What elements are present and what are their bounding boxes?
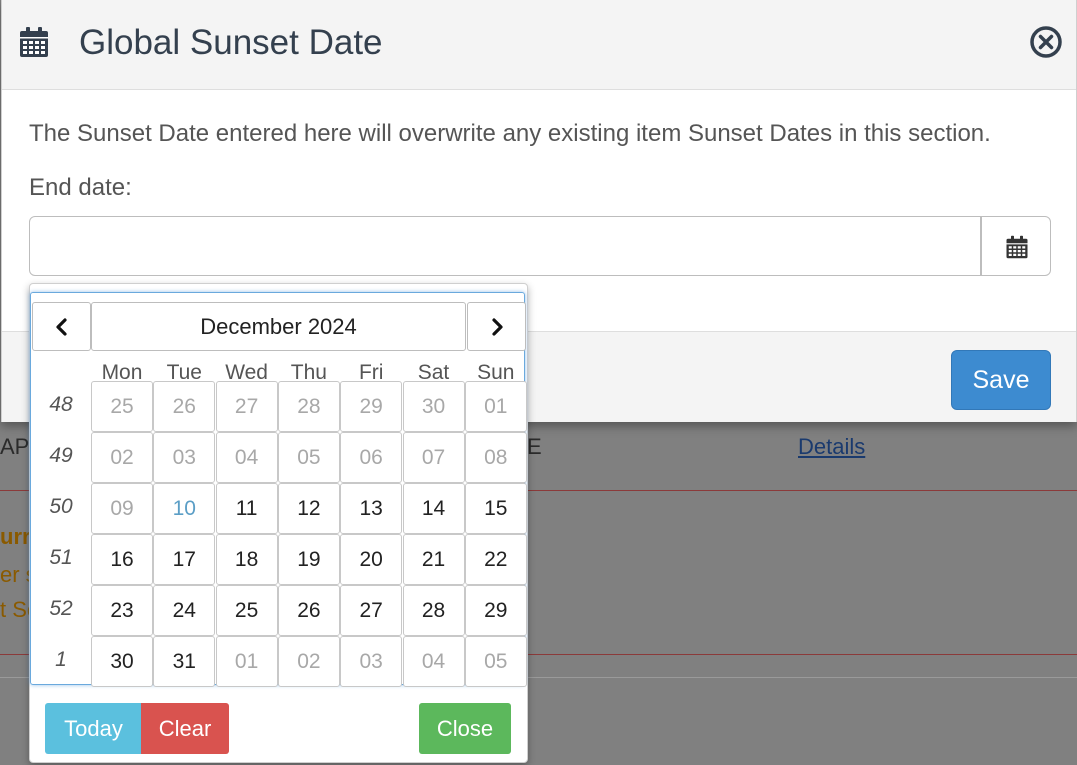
- day-cell[interactable]: 25: [215, 584, 278, 636]
- day-cell[interactable]: 29: [340, 381, 403, 432]
- modal-header: Global Sunset Date: [2, 0, 1076, 90]
- day-cell[interactable]: 04: [215, 431, 278, 483]
- day-cell[interactable]: 02: [91, 431, 153, 483]
- month-title[interactable]: December 2024: [91, 302, 466, 351]
- day-cell[interactable]: 08: [464, 431, 527, 483]
- day-cell[interactable]: 24: [153, 584, 216, 636]
- details-link[interactable]: Details: [798, 434, 865, 460]
- day-cell[interactable]: 16: [91, 533, 153, 585]
- day-cell[interactable]: 30: [91, 635, 153, 687]
- day-cell[interactable]: 09: [91, 482, 153, 534]
- day-cell[interactable]: 28: [402, 584, 465, 636]
- day-cell[interactable]: 15: [464, 482, 527, 534]
- day-cell[interactable]: 22: [464, 533, 527, 585]
- day-cell[interactable]: 11: [215, 482, 278, 534]
- close-button[interactable]: Close: [419, 703, 511, 754]
- day-cell[interactable]: 03: [340, 635, 403, 687]
- calendar-icon: [1006, 235, 1028, 259]
- clear-button[interactable]: Clear: [141, 703, 229, 754]
- day-cell[interactable]: 12: [277, 482, 340, 534]
- day-cell[interactable]: 19: [277, 533, 340, 585]
- next-month-button[interactable]: [467, 302, 526, 351]
- week-number: 51: [49, 545, 73, 569]
- close-icon[interactable]: [1029, 25, 1063, 59]
- day-cell[interactable]: 10: [153, 482, 216, 534]
- day-cell[interactable]: 27: [215, 381, 278, 432]
- end-date-input[interactable]: [29, 216, 981, 276]
- day-cell[interactable]: 21: [402, 533, 465, 585]
- save-button[interactable]: Save: [951, 350, 1051, 410]
- day-cell[interactable]: 07: [402, 431, 465, 483]
- day-cell[interactable]: 23: [91, 584, 153, 636]
- day-cell[interactable]: 29: [464, 584, 527, 636]
- day-cell[interactable]: 06: [340, 431, 403, 483]
- background-text-fragment: E: [527, 434, 542, 459]
- day-cell[interactable]: 03: [153, 431, 216, 483]
- week-number: 1: [55, 647, 67, 671]
- day-cell[interactable]: 01: [464, 381, 527, 432]
- week-number: 49: [49, 443, 73, 467]
- day-cell[interactable]: 30: [402, 381, 465, 432]
- day-cell[interactable]: 28: [277, 381, 340, 432]
- background-text-fragment: AP: [0, 434, 30, 459]
- background-text-fragment: urr: [0, 524, 31, 549]
- modal-description: The Sunset Date entered here will overwr…: [29, 120, 991, 147]
- end-date-label: End date:: [29, 174, 132, 201]
- chevron-left-icon: [56, 318, 67, 336]
- day-cell[interactable]: 18: [215, 533, 278, 585]
- day-cell[interactable]: 31: [153, 635, 216, 687]
- chevron-right-icon: [492, 318, 503, 336]
- today-button[interactable]: Today: [45, 703, 142, 754]
- open-calendar-button[interactable]: [981, 216, 1051, 276]
- modal-title: Global Sunset Date: [79, 23, 383, 62]
- day-cell[interactable]: 04: [402, 635, 465, 687]
- day-cell[interactable]: 17: [153, 533, 216, 585]
- day-cell[interactable]: 25: [91, 381, 153, 432]
- day-cell[interactable]: 26: [153, 381, 216, 432]
- previous-month-button[interactable]: [32, 302, 91, 351]
- day-cell[interactable]: 01: [215, 635, 278, 687]
- week-number: 50: [49, 494, 73, 518]
- week-number: 48: [49, 393, 73, 416]
- week-number: 52: [49, 596, 73, 620]
- day-cell[interactable]: 20: [340, 533, 403, 585]
- day-cell[interactable]: 27: [340, 584, 403, 636]
- calendar-icon: [18, 26, 50, 58]
- datepicker-calendar: December 2024 Mon Tue Wed Thu Fri Sat Sun 48 25 2…: [30, 292, 527, 687]
- day-cell[interactable]: 26: [277, 584, 340, 636]
- day-cell[interactable]: 02: [277, 635, 340, 687]
- day-cell[interactable]: 14: [402, 482, 465, 534]
- datepicker-popup: December 2024 Mon Tue Wed Thu Fri Sat Sun 48 25 2…: [29, 283, 528, 763]
- day-cell[interactable]: 05: [277, 431, 340, 483]
- day-cell[interactable]: 13: [340, 482, 403, 534]
- day-cell[interactable]: 05: [464, 635, 527, 687]
